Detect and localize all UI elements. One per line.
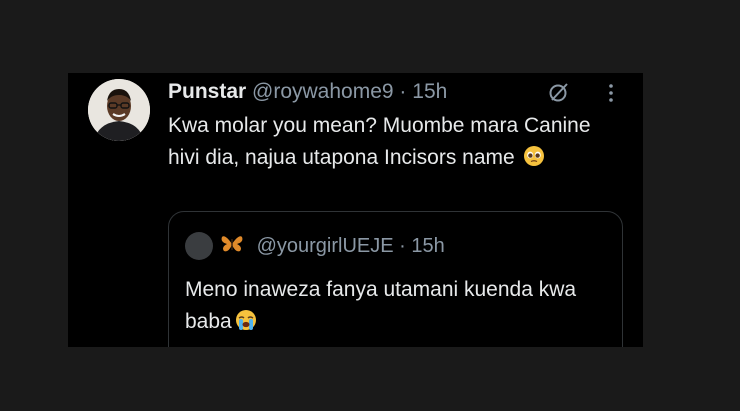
crying-face-emoji: [235, 310, 256, 330]
tweet-card[interactable]: Punstar @roywahome9 · 15h Kwa molar you …: [68, 73, 643, 347]
tweet-text: Kwa molar you mean? Muombe mara Canine h…: [168, 110, 623, 174]
quoted-tweet[interactable]: @yourgirlUEJE · 15h Meno inaweza fanya u…: [168, 211, 623, 347]
quoted-handle[interactable]: @yourgirlUEJE: [257, 235, 394, 257]
separator-dot: ·: [399, 80, 407, 103]
quoted-header: @yourgirlUEJE · 15h: [221, 232, 445, 260]
user-handle[interactable]: @roywahome9: [252, 80, 394, 103]
tweet-header: Punstar @roywahome9 · 15h: [168, 78, 447, 106]
display-name[interactable]: Punstar: [168, 80, 246, 103]
quoted-avatar[interactable]: [185, 232, 213, 260]
avatar-image: [88, 79, 150, 141]
timestamp[interactable]: 15h: [412, 80, 447, 103]
pleading-face-emoji: [523, 146, 544, 166]
butterfly-emoji: [221, 236, 243, 252]
avatar[interactable]: [88, 79, 150, 141]
quoted-separator: ·: [399, 235, 406, 257]
more-options-icon[interactable]: [603, 81, 619, 105]
quoted-timestamp[interactable]: 15h: [411, 235, 444, 257]
quoted-text: Meno inaweza fanya utamani kuenda kwa ba…: [185, 274, 605, 338]
grok-icon[interactable]: [548, 81, 570, 103]
